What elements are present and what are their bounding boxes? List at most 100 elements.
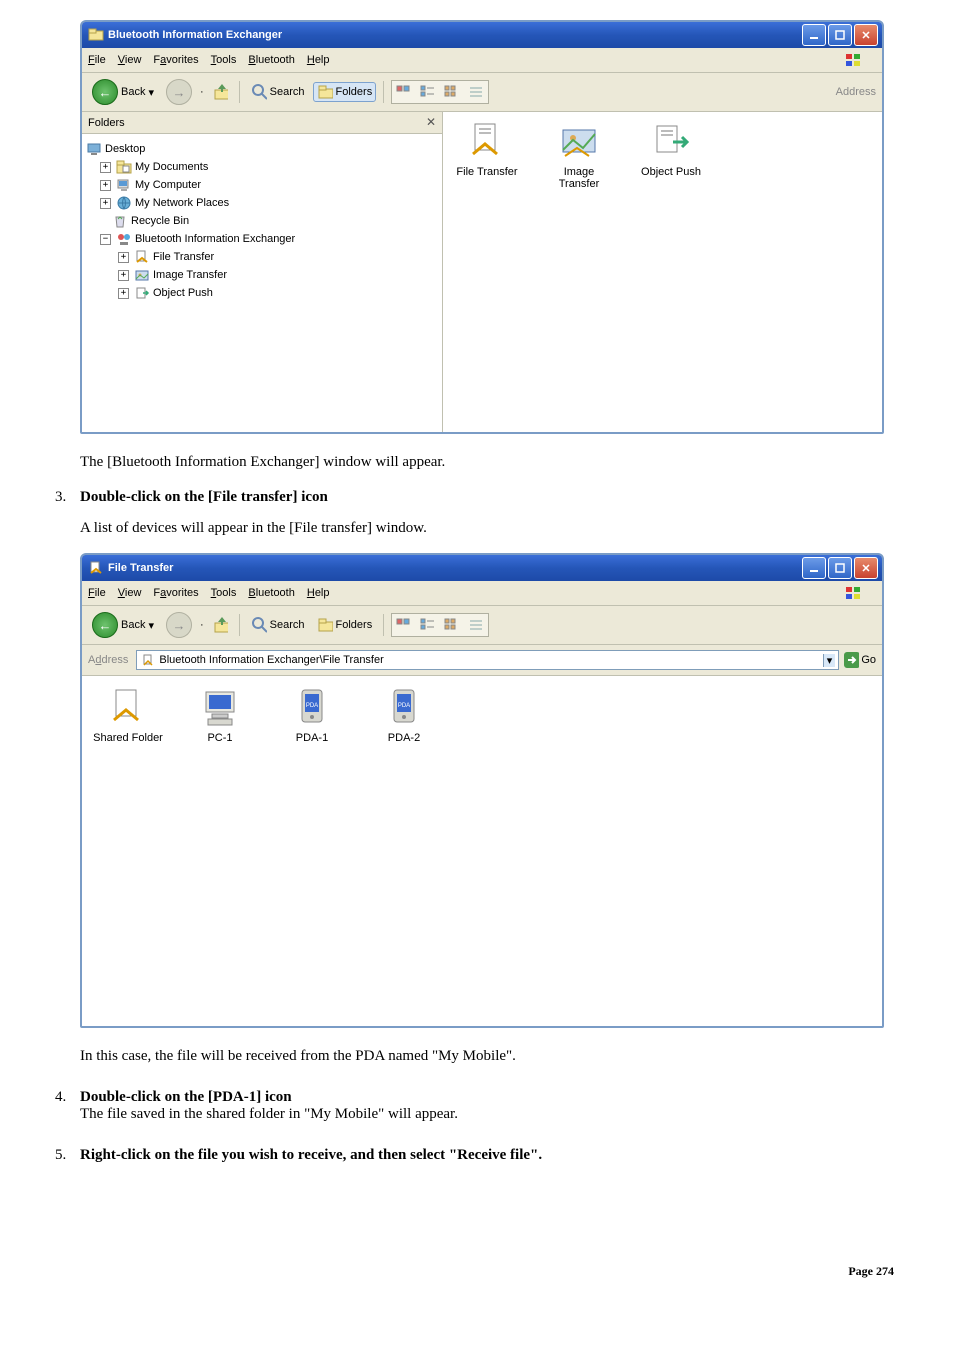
maximize-button[interactable] bbox=[828, 24, 852, 46]
menu-file[interactable]: File bbox=[88, 54, 106, 66]
icon-file-transfer[interactable]: File Transfer bbox=[451, 120, 523, 178]
tree-mycomp[interactable]: My Computer bbox=[135, 176, 201, 194]
expand-icon[interactable]: + bbox=[118, 270, 129, 281]
search-button[interactable]: Search bbox=[247, 82, 309, 102]
tree-mynet[interactable]: My Network Places bbox=[135, 194, 229, 212]
menu-view[interactable]: View bbox=[118, 587, 142, 599]
window-title: Bluetooth Information Exchanger bbox=[108, 29, 282, 41]
folders-pane: Folders ✕ Desktop + My Documents + My Comp… bbox=[82, 112, 443, 432]
titlebar[interactable]: Bluetooth Information Exchanger ✕ bbox=[82, 22, 882, 48]
step-5: Right-click on the file you wish to rece… bbox=[70, 1147, 914, 1164]
icon-pc1[interactable]: PC-1 bbox=[184, 686, 256, 744]
view-list[interactable] bbox=[465, 615, 487, 635]
search-icon bbox=[251, 84, 267, 100]
menubar: File View Favorites Tools Bluetooth Help bbox=[82, 581, 882, 606]
icon-shared-folder[interactable]: Shared Folder bbox=[92, 686, 164, 744]
app-icon bbox=[88, 560, 104, 576]
folder-tree: Desktop + My Documents + My Computer + My N… bbox=[82, 134, 442, 308]
search-button[interactable]: Search bbox=[247, 615, 309, 635]
view-mode-buttons bbox=[391, 80, 489, 104]
view-thumbnails[interactable] bbox=[393, 82, 415, 102]
expand-icon[interactable]: + bbox=[100, 198, 111, 209]
file-transfer-icon bbox=[140, 652, 156, 668]
page-number: Page 274 bbox=[40, 1264, 914, 1279]
folders-button[interactable]: Folders bbox=[313, 615, 377, 635]
window-file-transfer[interactable]: File Transfer ✕ File View Favorites Tool… bbox=[80, 553, 884, 1028]
minimize-button[interactable] bbox=[802, 24, 826, 46]
menu-help[interactable]: Help bbox=[307, 54, 330, 66]
icon-object-push[interactable]: Object Push bbox=[635, 120, 707, 178]
image-transfer-large-icon bbox=[557, 120, 601, 164]
menu-file[interactable]: File bbox=[88, 587, 106, 599]
tree-mydocs[interactable]: My Documents bbox=[135, 158, 208, 176]
view-icons[interactable] bbox=[441, 615, 463, 635]
folders-button[interactable]: Folders bbox=[313, 82, 377, 102]
tree-it[interactable]: Image Transfer bbox=[153, 266, 227, 284]
toolbar: ← Back ▾ → · Search Folders Address bbox=[82, 73, 882, 112]
menu-bluetooth[interactable]: Bluetooth bbox=[248, 54, 295, 66]
pc-icon bbox=[198, 686, 242, 730]
back-icon: ← bbox=[92, 79, 118, 105]
tree-bie[interactable]: Bluetooth Information Exchanger bbox=[135, 230, 295, 248]
image-transfer-icon bbox=[134, 267, 150, 283]
desktop-icon bbox=[86, 141, 102, 157]
menubar: File View Favorites Tools Bluetooth Help bbox=[82, 48, 882, 73]
dropdown-icon[interactable]: ▾ bbox=[823, 654, 836, 667]
expand-icon[interactable]: + bbox=[118, 288, 129, 299]
window-bluetooth-exchanger[interactable]: Bluetooth Information Exchanger ✕ File V… bbox=[80, 20, 884, 434]
go-button[interactable]: Go bbox=[843, 652, 876, 668]
maximize-button[interactable] bbox=[828, 557, 852, 579]
expand-icon[interactable]: + bbox=[100, 180, 111, 191]
icon-image-transfer[interactable]: Image Transfer bbox=[543, 120, 615, 190]
menu-tools[interactable]: Tools bbox=[211, 54, 237, 66]
tree-desktop[interactable]: Desktop bbox=[105, 140, 145, 158]
expand-icon[interactable]: + bbox=[100, 162, 111, 173]
menu-bluetooth[interactable]: Bluetooth bbox=[248, 587, 295, 599]
icon-pda2[interactable]: PDA PDA-2 bbox=[368, 686, 440, 744]
folders-header: Folders bbox=[88, 117, 125, 129]
back-button[interactable]: ← Back ▾ bbox=[88, 610, 158, 640]
tree-ft[interactable]: File Transfer bbox=[153, 248, 214, 266]
forward-button[interactable]: → bbox=[162, 610, 196, 640]
minimize-button[interactable] bbox=[802, 557, 826, 579]
folder-icon bbox=[116, 159, 132, 175]
titlebar[interactable]: File Transfer ✕ bbox=[82, 555, 882, 581]
close-button[interactable]: ✕ bbox=[854, 557, 878, 579]
collapse-icon[interactable]: − bbox=[100, 234, 111, 245]
up-button[interactable] bbox=[208, 615, 232, 635]
icon-pda1[interactable]: PDA PDA-1 bbox=[276, 686, 348, 744]
network-icon bbox=[116, 195, 132, 211]
forward-icon: → bbox=[166, 79, 192, 105]
content-pane: Shared Folder PC-1 PDA PDA-1 PDA PDA-2 bbox=[82, 676, 882, 1026]
menu-tools[interactable]: Tools bbox=[211, 587, 237, 599]
address-label: Address bbox=[836, 86, 876, 98]
menu-favorites[interactable]: Favorites bbox=[153, 587, 198, 599]
view-icons[interactable] bbox=[441, 82, 463, 102]
windows-flag-icon bbox=[844, 52, 864, 68]
back-button[interactable]: ← Back ▾ bbox=[88, 77, 158, 107]
tree-op[interactable]: Object Push bbox=[153, 284, 213, 302]
file-transfer-icon bbox=[134, 249, 150, 265]
view-thumbnails[interactable] bbox=[393, 615, 415, 635]
menu-favorites[interactable]: Favorites bbox=[153, 54, 198, 66]
view-tiles[interactable] bbox=[417, 82, 439, 102]
search-icon bbox=[251, 617, 267, 633]
view-list[interactable] bbox=[465, 82, 487, 102]
pda-icon: PDA bbox=[382, 686, 426, 730]
menu-view[interactable]: View bbox=[118, 54, 142, 66]
up-button[interactable] bbox=[208, 82, 232, 102]
address-input[interactable]: Bluetooth Information Exchanger\File Tra… bbox=[136, 650, 839, 670]
menu-help[interactable]: Help bbox=[307, 587, 330, 599]
expand-icon[interactable]: + bbox=[118, 252, 129, 263]
folders-icon bbox=[317, 617, 333, 633]
view-tiles[interactable] bbox=[417, 615, 439, 635]
go-icon bbox=[843, 652, 859, 668]
folders-close-button[interactable]: ✕ bbox=[426, 115, 436, 130]
object-push-large-icon bbox=[649, 120, 693, 164]
content-pane: File Transfer Image Transfer Object Push bbox=[443, 112, 882, 432]
toolbar: ← Back ▾ → · Search Folders bbox=[82, 606, 882, 645]
forward-button[interactable]: → bbox=[162, 77, 196, 107]
close-button[interactable]: ✕ bbox=[854, 24, 878, 46]
view-mode-buttons bbox=[391, 613, 489, 637]
tree-recycle[interactable]: Recycle Bin bbox=[131, 212, 189, 230]
